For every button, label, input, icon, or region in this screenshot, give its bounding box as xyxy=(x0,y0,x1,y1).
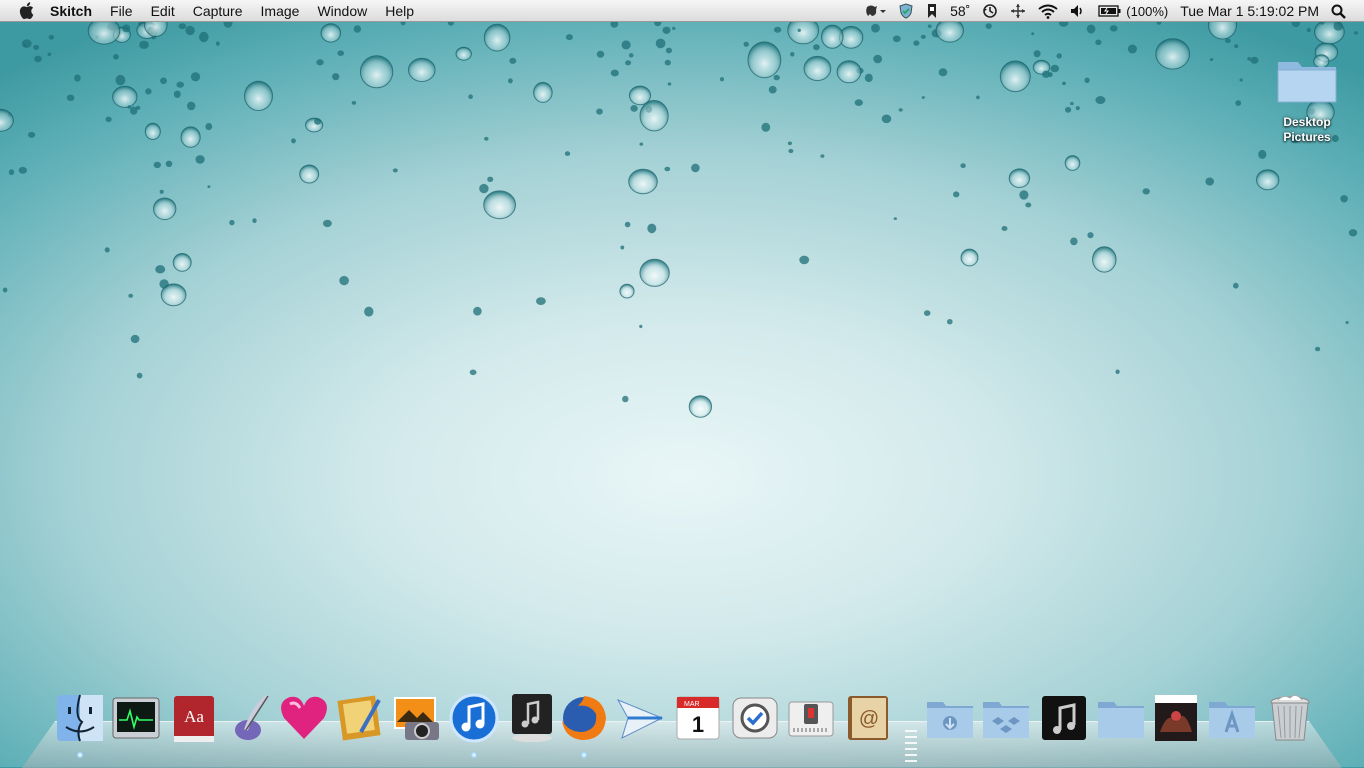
dock-item-switch-app[interactable] xyxy=(785,694,837,746)
dock-item-applications-folder[interactable] xyxy=(1206,694,1258,746)
spotlight-search-icon[interactable] xyxy=(1331,4,1346,19)
finder-icon xyxy=(54,692,106,749)
menu-image[interactable]: Image xyxy=(261,3,300,19)
running-indicator xyxy=(471,752,477,758)
dock-item-ical[interactable]: MAR 1 xyxy=(672,694,724,746)
game-cover-icon xyxy=(1150,692,1202,749)
menu-help[interactable]: Help xyxy=(385,3,414,19)
desktop-pictures-folder[interactable]: Desktop Pictures xyxy=(1272,56,1342,145)
dock-item-script-editor[interactable] xyxy=(224,692,276,749)
clock[interactable]: Tue Mar 1 5:19:02 PM xyxy=(1180,3,1319,19)
address-book-icon: @ xyxy=(842,692,894,749)
dock-item-things[interactable] xyxy=(729,694,781,746)
quill-pen-icon xyxy=(224,692,276,749)
menu-window[interactable]: Window xyxy=(317,3,367,19)
sync-shield-icon[interactable] xyxy=(898,3,914,19)
photo-camera-icon xyxy=(391,692,443,749)
dock-item-heart-app[interactable] xyxy=(278,694,330,746)
desktop-icon-label-line2: Pictures xyxy=(1283,130,1331,144)
desktop-icon-label-line1: Desktop xyxy=(1283,115,1331,129)
menu-bar: Skitch File Edit Capture Image Window He… xyxy=(0,0,1364,22)
time-machine-icon[interactable] xyxy=(982,3,998,19)
bluetooth-arrows-icon[interactable] xyxy=(1010,3,1026,19)
temperature-readout[interactable]: 58˚ xyxy=(950,3,970,19)
heart-icon xyxy=(278,692,330,749)
dock-item-itunes[interactable] xyxy=(448,692,500,758)
itunes-icon xyxy=(448,692,500,749)
dock-item-address-book[interactable]: @ xyxy=(842,694,894,746)
water-drops-wallpaper xyxy=(0,22,1358,418)
calendar-day: 1 xyxy=(692,712,704,737)
dock-item-firefox[interactable] xyxy=(558,692,610,758)
music-folder-icon xyxy=(1038,692,1090,749)
dock-item-iphoto[interactable] xyxy=(391,694,443,746)
battery-percentage[interactable]: (100%) xyxy=(1126,4,1168,19)
activity-monitor-icon xyxy=(110,692,162,749)
dock-item-preview[interactable] xyxy=(335,694,387,746)
dock-separator xyxy=(905,726,917,766)
apple-menu-icon[interactable] xyxy=(16,2,36,19)
applications-folder-icon xyxy=(1206,692,1258,749)
dropbox-folder-icon xyxy=(980,692,1032,749)
dock-item-finder[interactable] xyxy=(54,692,106,758)
firefox-icon xyxy=(558,692,610,749)
dock-item-sparrow[interactable] xyxy=(614,694,666,746)
menu-edit[interactable]: Edit xyxy=(151,3,175,19)
status-menus: 58˚ (100%) Tue Mar 1 5:19:02 PM xyxy=(852,0,1364,22)
trash-icon xyxy=(1264,692,1316,749)
battery-icon[interactable] xyxy=(1098,5,1122,17)
running-indicator xyxy=(581,752,587,758)
svg-text:@: @ xyxy=(859,708,879,730)
dock-item-dictionary[interactable]: Aa xyxy=(168,694,220,746)
dock-item-dropbox-folder[interactable] xyxy=(980,694,1032,746)
folder-icon xyxy=(1275,62,1339,110)
downloads-folder-icon xyxy=(924,692,976,749)
checkmark-icon xyxy=(729,692,781,749)
calendar-month: MAR xyxy=(684,701,700,708)
dock-item-music-folder[interactable] xyxy=(1038,694,1090,746)
music-note-dock-icon xyxy=(506,692,558,749)
dock-item-activity-monitor[interactable] xyxy=(110,694,162,746)
menu-file[interactable]: File xyxy=(110,3,133,19)
menu-app-name[interactable]: Skitch xyxy=(50,3,92,19)
dictionary-icon: Aa xyxy=(168,692,220,749)
running-indicator xyxy=(77,752,83,758)
dock-item-folder[interactable] xyxy=(1095,694,1147,746)
menu-capture[interactable]: Capture xyxy=(193,3,243,19)
evernote-elephant-icon[interactable] xyxy=(864,4,887,18)
folder-icon xyxy=(1095,692,1147,749)
wifi-icon[interactable] xyxy=(1038,4,1058,19)
calendar-icon: MAR 1 xyxy=(672,692,724,749)
volume-icon[interactable] xyxy=(1070,4,1086,18)
dock-item-game[interactable] xyxy=(1150,694,1202,746)
bookmark-flag-icon[interactable] xyxy=(926,3,938,19)
switch-icon xyxy=(785,692,837,749)
dock-item-documents-folder[interactable] xyxy=(924,694,976,746)
svg-text:Aa: Aa xyxy=(184,707,204,726)
dock-item-music-player[interactable] xyxy=(506,692,558,749)
paper-plane-icon xyxy=(614,692,666,749)
preview-icon xyxy=(335,692,387,749)
dock-item-trash[interactable] xyxy=(1264,694,1316,746)
